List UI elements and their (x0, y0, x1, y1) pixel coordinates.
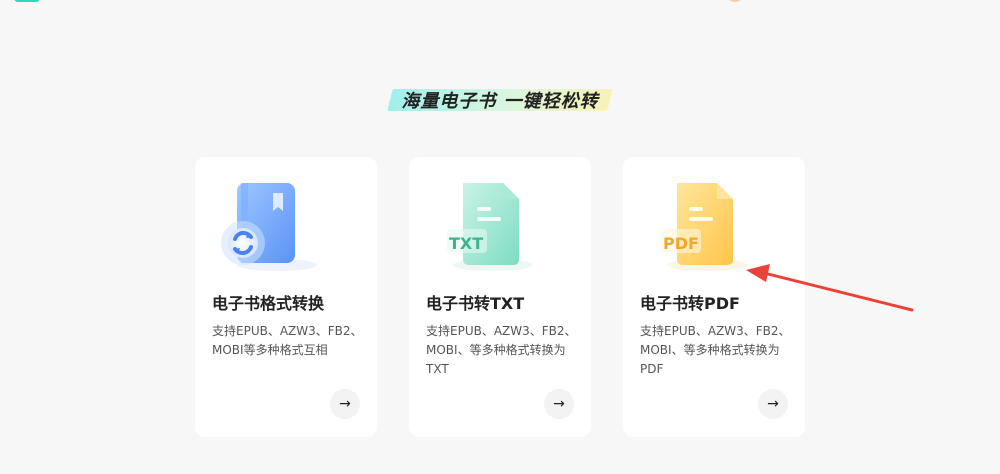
headline-text: 海量电子书 一键轻松转 (401, 91, 599, 112)
page: 海量电子书 一键轻松转 电子书格式转换 支持EPUB、AZW3、FB2、MOBI… (0, 0, 1000, 474)
txt-icon-label: TXT (449, 234, 483, 253)
txt-file-icon: TXT (429, 177, 539, 277)
card-ebook-format-convert[interactable]: 电子书格式转换 支持EPUB、AZW3、FB2、MOBI等多种格式互相 → (195, 157, 377, 437)
user-avatar[interactable] (726, 0, 744, 2)
card-ebook-to-txt[interactable]: TXT 电子书转TXT 支持EPUB、AZW3、FB2、MOBI、等多种格式转换… (409, 157, 591, 437)
red-pointer-arrow-icon (746, 264, 914, 312)
card-title: 电子书格式转换 (212, 294, 325, 313)
arrow-right-icon: → (339, 396, 351, 412)
arrow-right-icon: → (553, 396, 565, 412)
app-logo[interactable] (14, 0, 40, 2)
go-arrow-button[interactable]: → (544, 389, 574, 419)
card-description: 支持EPUB、AZW3、FB2、MOBI、等多种格式转换为TXT (426, 324, 577, 376)
card-title: 电子书转TXT (426, 294, 525, 313)
go-arrow-button[interactable]: → (330, 389, 360, 419)
section-headline: 海量电子书 一键轻松转 (387, 87, 613, 113)
arrow-right-icon: → (767, 396, 779, 412)
card-description: 支持EPUB、AZW3、FB2、MOBI等多种格式互相 (212, 324, 363, 357)
ebook-convert-icon (215, 177, 325, 277)
card-description: 支持EPUB、AZW3、FB2、MOBI、等多种格式转换为PDF (640, 324, 791, 376)
pdf-file-icon: PDF (643, 177, 753, 277)
pdf-icon-label: PDF (663, 234, 699, 253)
card-title: 电子书转PDF (640, 294, 740, 313)
go-arrow-button[interactable]: → (758, 389, 788, 419)
